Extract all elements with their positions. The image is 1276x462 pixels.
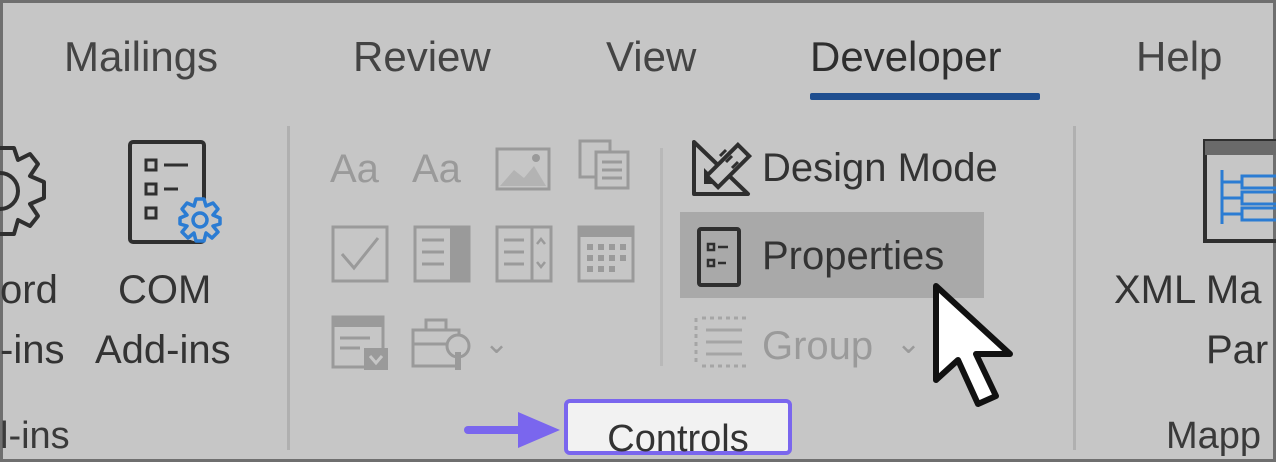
active-tab-underline [810, 93, 1040, 100]
word-addins-label[interactable]: ord [0, 266, 58, 314]
date-picker-content-control-icon[interactable] [576, 224, 636, 284]
addins-group-label: l-ins [0, 415, 70, 457]
arrow-right-icon [464, 412, 560, 448]
controls-group-label-highlight: Controls [564, 399, 792, 460]
tab-mailings[interactable]: Mailings [64, 30, 218, 84]
tab-view[interactable]: View [606, 30, 696, 84]
controls-group-label: Controls [607, 418, 749, 460]
plain-text-content-control-icon[interactable]: Aa [412, 144, 476, 190]
chevron-down-icon[interactable]: ⌄ [896, 326, 921, 361]
xml-mapping-pane-label[interactable]: XML Ma [1114, 266, 1261, 314]
gear-icon [0, 146, 46, 236]
svg-text:Aa: Aa [412, 147, 462, 190]
properties-label[interactable]: Properties [762, 232, 944, 280]
rich-text-content-control-icon[interactable]: Aa [330, 144, 394, 190]
group-icon[interactable] [690, 312, 752, 372]
com-addins-label[interactable]: COM [118, 266, 211, 314]
chevron-down-icon[interactable]: ⌄ [484, 326, 509, 361]
design-mode-icon[interactable] [690, 138, 752, 198]
xml-mapping-pane-label-line2[interactable]: Par [1206, 326, 1268, 374]
word-addins-label-line2[interactable]: -ins [0, 326, 64, 374]
checkbox-content-control-icon[interactable] [330, 224, 390, 284]
tab-developer[interactable]: Developer [810, 30, 1001, 84]
xml-mapping-pane-icon[interactable] [1202, 138, 1276, 244]
picture-content-control-icon[interactable] [494, 146, 552, 192]
com-addins-label-line2[interactable]: Add-ins [95, 326, 231, 374]
group-button-label[interactable]: Group [762, 322, 873, 370]
com-addins-icon[interactable] [126, 138, 234, 254]
mouse-cursor-icon [933, 283, 1013, 407]
properties-icon[interactable] [696, 226, 742, 288]
sub-separator [660, 148, 663, 366]
building-block-gallery-icon[interactable] [576, 138, 634, 194]
repeating-section-content-control-icon[interactable] [330, 314, 392, 372]
tab-review[interactable]: Review [353, 30, 491, 84]
combo-box-content-control-icon[interactable] [412, 224, 472, 284]
mapping-group-label: Mapp [1166, 415, 1262, 457]
tab-help[interactable]: Help [1136, 30, 1222, 84]
drop-down-list-content-control-icon[interactable] [494, 224, 554, 284]
group-separator [1073, 126, 1076, 450]
design-mode-label[interactable]: Design Mode [762, 144, 998, 192]
group-separator [287, 126, 290, 450]
legacy-tools-icon[interactable] [410, 316, 476, 372]
svg-text:Aa: Aa [330, 147, 380, 190]
